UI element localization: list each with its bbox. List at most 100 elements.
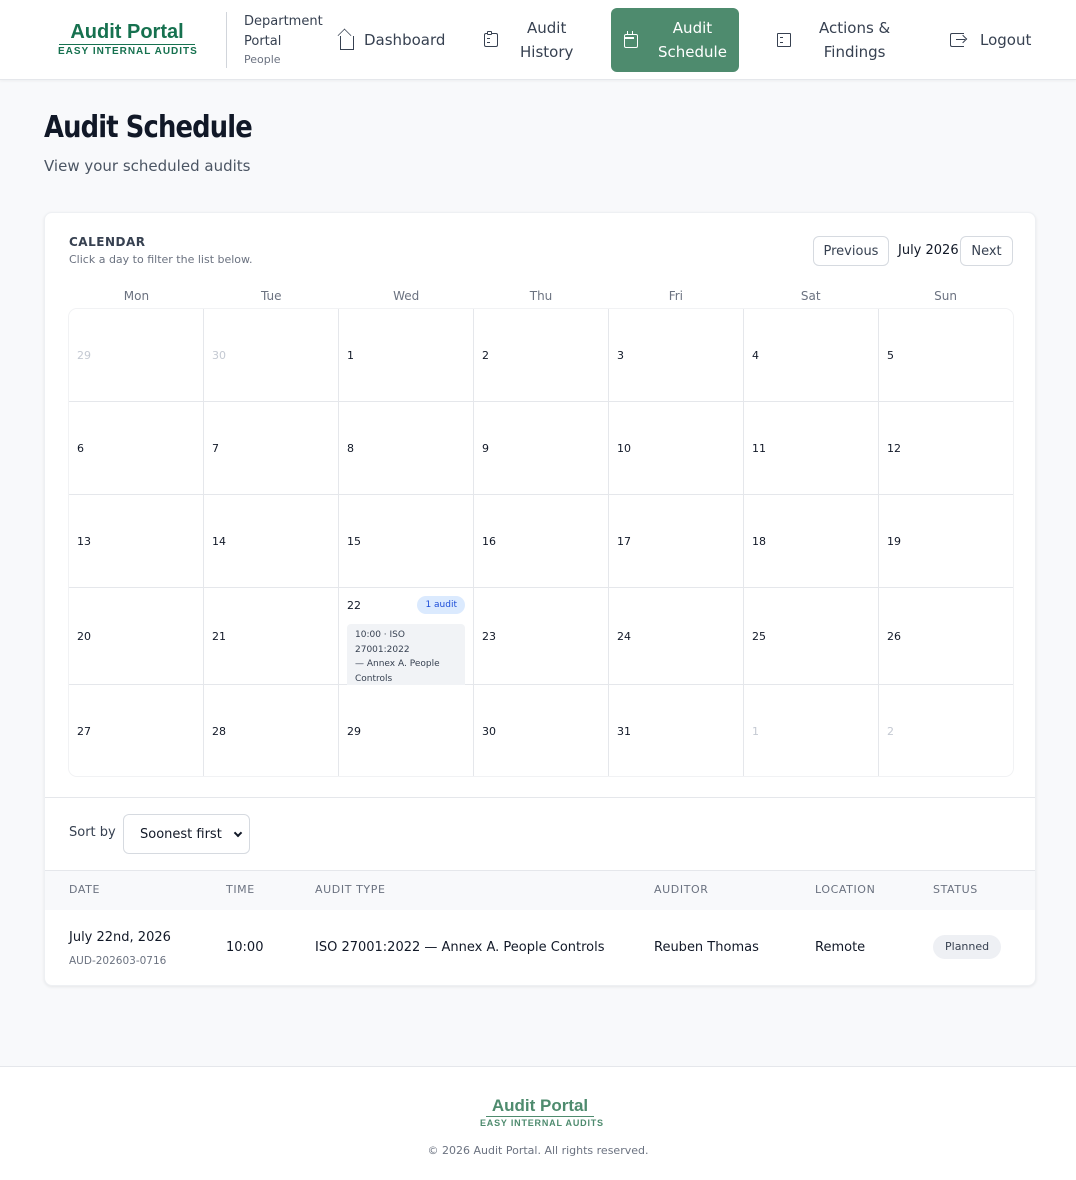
brand-title: Audit Portal — [70, 21, 184, 43]
calendar-day-number: 10 — [617, 442, 631, 455]
previous-month-button[interactable]: Previous — [813, 236, 889, 266]
calendar-day-cell[interactable]: 8 — [339, 402, 474, 495]
event-chip-text: — Annex A. People — [355, 659, 440, 669]
calendar-day-cell[interactable]: 5 — [879, 309, 1013, 402]
calendar-hint: Click a day to filter the list below. — [69, 253, 253, 266]
calendar-day-cell[interactable]: 7 — [204, 402, 339, 495]
nav-audit-history-label: Audit History — [520, 16, 573, 64]
nav-dashboard[interactable]: Dashboard — [330, 8, 446, 72]
calendar-day-cell[interactable]: 1 — [339, 309, 474, 402]
brand-underline — [59, 44, 195, 45]
calendar-day-cell[interactable]: 10 — [609, 402, 744, 495]
calendar-day-number: 25 — [752, 630, 766, 643]
footer-brand-subtitle: EASY INTERNAL AUDITS — [480, 1118, 604, 1128]
calendar-day-cell[interactable]: 16 — [474, 495, 609, 588]
table-row[interactable]: July 22nd, 2026 AUD-202603-0716 10:00 IS… — [45, 910, 1035, 986]
calendar-event-chip[interactable]: 10:00 · ISO 27001:2022 — Annex A. People C… — [347, 624, 465, 690]
home-icon — [340, 35, 354, 50]
nav-audit-history-label-line1: Audit — [527, 19, 567, 37]
nav-actions-findings[interactable]: Actions & Findings — [766, 8, 910, 72]
calendar-day-cell[interactable]: 23 — [474, 588, 609, 685]
sort-select[interactable]: Soonest first — [123, 814, 250, 854]
calendar-day-cell[interactable]: 12 — [879, 402, 1013, 495]
row-audit-type: ISO 27001:2022 — Annex A. People Control… — [315, 940, 605, 955]
nav-audit-schedule-label-line1: Audit — [672, 19, 713, 37]
calendar-day-number: 8 — [347, 442, 354, 455]
nav-logout[interactable]: Logout — [940, 8, 1036, 72]
calendar-day-cell[interactable]: 13 — [69, 495, 204, 588]
calendar-day-cell[interactable]: 21 — [204, 588, 339, 685]
row-location: Remote — [815, 940, 866, 955]
page-subtitle: View your scheduled audits — [44, 157, 251, 175]
department-portal-label: Department Portal People — [244, 12, 323, 68]
column-header-date[interactable]: DATE — [69, 883, 100, 896]
calendar-day-cell[interactable]: 11 — [744, 402, 879, 495]
next-month-button[interactable]: Next — [960, 236, 1013, 266]
calendar-day-cell[interactable]: 24 — [609, 588, 744, 685]
calendar-day-cell[interactable]: 17 — [609, 495, 744, 588]
calendar-day-cell[interactable]: 15 — [339, 495, 474, 588]
footer-brand-underline — [486, 1116, 594, 1117]
column-header-audit-type[interactable]: AUDIT TYPE — [315, 883, 386, 896]
calendar-icon — [624, 31, 638, 48]
nav-audit-schedule-label-line2: Schedule — [658, 43, 727, 61]
calendar-day-cell[interactable]: 30 — [474, 685, 609, 776]
calendar-day-cell[interactable]: 3 — [609, 309, 744, 402]
calendar-day-cell[interactable]: 31 — [609, 685, 744, 776]
department-label-line2: Portal — [244, 34, 282, 49]
calendar-day-cell[interactable]: 4 — [744, 309, 879, 402]
calendar-day-number: 11 — [752, 442, 766, 455]
calendar-day-cell[interactable]: 19 — [879, 495, 1013, 588]
department-name: People — [244, 53, 281, 66]
calendar-day-cell[interactable]: 29 — [69, 309, 204, 402]
column-header-status[interactable]: STATUS — [933, 883, 978, 896]
calendar-day-cell[interactable]: 26 — [879, 588, 1013, 685]
footer: Audit Portal EASY INTERNAL AUDITS © 2026… — [0, 1066, 1076, 1180]
event-chip-text: Controls — [355, 673, 393, 684]
calendar-day-cell[interactable]: 2 — [474, 309, 609, 402]
calendar-day-cell[interactable]: 27 — [69, 685, 204, 776]
column-header-auditor[interactable]: AUDITOR — [654, 883, 709, 896]
row-time: 10:00 — [226, 940, 264, 955]
weekday-header-row: Mon Tue Wed Thu Fri Sat Sun — [69, 289, 1013, 305]
calendar-day-number: 18 — [752, 535, 766, 548]
nav-logout-label: Logout — [980, 31, 1032, 49]
calendar-day-number: 26 — [887, 630, 901, 643]
calendar-day-cell[interactable]: 14 — [204, 495, 339, 588]
calendar-day-number: 9 — [482, 442, 489, 455]
calendar-day-number: 27 — [77, 725, 91, 738]
weekday-wed: Wed — [393, 289, 420, 303]
calendar-day-cell[interactable]: 29 — [339, 685, 474, 776]
calendar-day-cell[interactable]: 25 — [744, 588, 879, 685]
column-header-time[interactable]: TIME — [226, 883, 255, 896]
row-date: July 22nd, 2026 — [69, 930, 171, 945]
calendar-day-number: 3 — [617, 349, 624, 362]
row-auditor: Reuben Thomas — [654, 940, 759, 955]
calendar-day-number: 2 — [887, 725, 894, 738]
calendar-day-cell[interactable]: 9 — [474, 402, 609, 495]
calendar-day-number: 21 — [212, 630, 226, 643]
calendar-day-number: 7 — [212, 442, 219, 455]
calendar-day-cell[interactable]: 6 — [69, 402, 204, 495]
calendar-day-cell[interactable]: 28 — [204, 685, 339, 776]
calendar-day-cell[interactable]: 18 — [744, 495, 879, 588]
weekday-fri: Fri — [668, 289, 684, 303]
calendar-day-cell[interactable]: 30 — [204, 309, 339, 402]
nav-actions-findings-label: Actions & Findings — [819, 16, 890, 64]
calendar-day-number: 15 — [347, 535, 361, 548]
audit-count-badge: 1 audit — [417, 596, 465, 614]
calendar-day-cell[interactable]: 20 — [69, 588, 204, 685]
calendar-day-number: 5 — [887, 349, 894, 362]
logout-icon — [950, 33, 965, 47]
weekday-mon: Mon — [123, 289, 150, 303]
nav-audit-history[interactable]: Audit History — [470, 8, 580, 72]
calendar-day-cell[interactable]: 2 — [879, 685, 1013, 776]
weekday-sun: Sun — [934, 289, 957, 303]
calendar-day-cell[interactable]: 22 1 audit 10:00 · ISO 27001:2022 — Annex A… — [339, 588, 474, 690]
calendar-day-number: 2 — [482, 349, 489, 362]
brand-logo[interactable]: Audit Portal EASY INTERNAL AUDITS — [58, 20, 197, 58]
chevron-down-icon — [233, 828, 243, 838]
calendar-day-cell[interactable]: 1 — [744, 685, 879, 776]
nav-audit-schedule[interactable]: Audit Schedule — [611, 8, 739, 72]
column-header-location[interactable]: LOCATION — [815, 883, 875, 896]
